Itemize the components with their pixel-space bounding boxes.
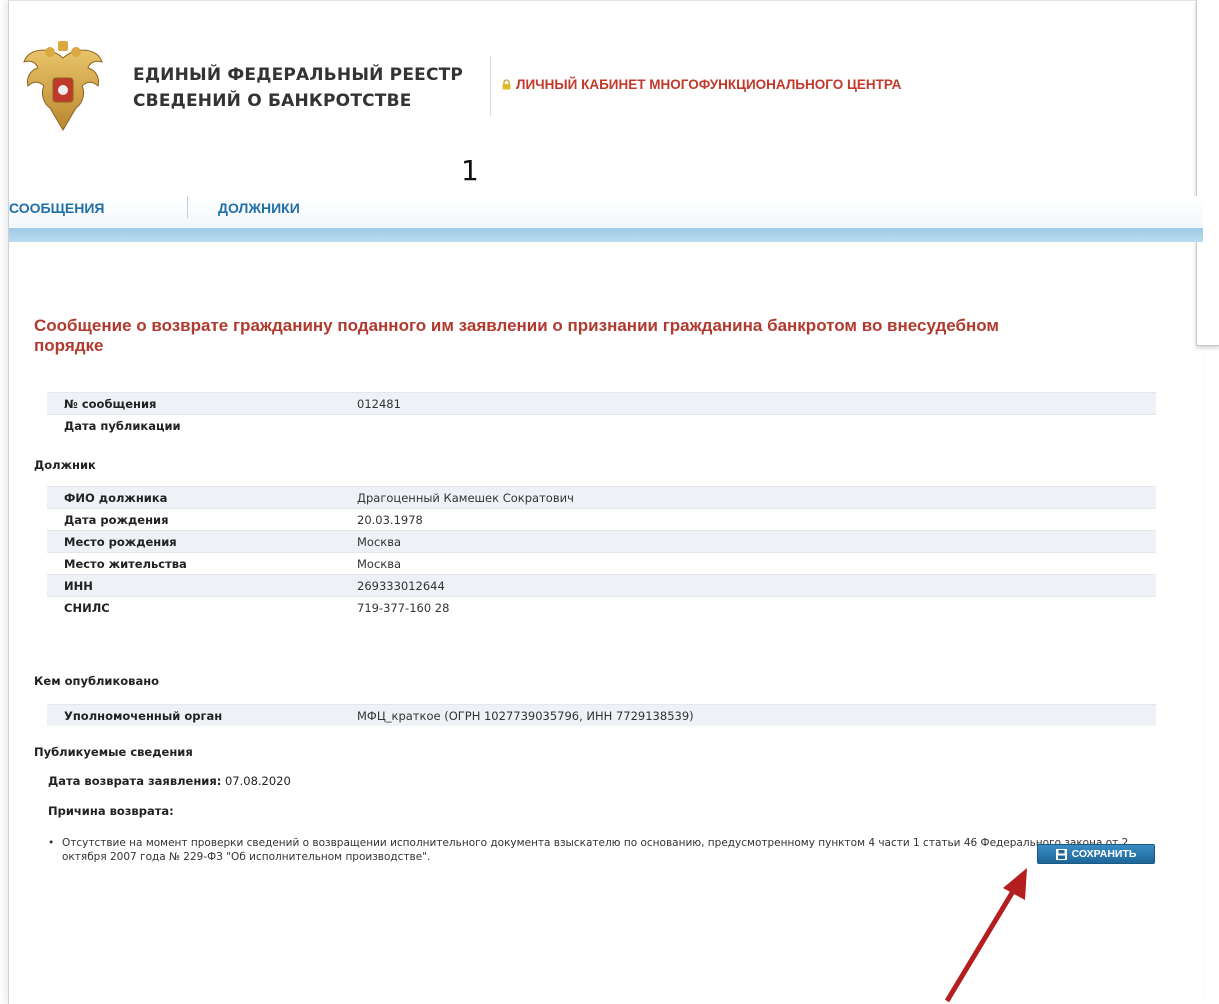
field-value: МФЦ_краткое (ОГРН 1027739035796, ИНН 772… xyxy=(336,704,1156,726)
field-label: № сообщения xyxy=(47,392,336,415)
bullet-icon: • xyxy=(48,837,55,849)
registry-title: ЕДИНЫЙ ФЕДЕРАЛЬНЫЙ РЕЕСТР СВЕДЕНИЙ О БАН… xyxy=(133,62,503,114)
registry-title-line2: СВЕДЕНИЙ О БАНКРОТСТВЕ xyxy=(133,91,412,111)
cabinet-label: ЛИЧНЫЙ КАБИНЕТ МНОГОФУНКЦИОНАЛЬНОГО ЦЕНТ… xyxy=(516,77,902,92)
annotation-arrow-icon xyxy=(945,868,1027,1003)
debtor-table: ФИО должника Драгоценный Камешек Сократо… xyxy=(47,486,1156,618)
annotation-number: 1 xyxy=(461,154,479,187)
field-value: 719-377-160 28 xyxy=(336,596,1156,618)
table-row: ФИО должника Драгоценный Камешек Сократо… xyxy=(47,486,1156,509)
floppy-disk-icon xyxy=(1055,848,1067,860)
field-label: ИНН xyxy=(47,574,336,597)
table-row: ИНН 269333012644 xyxy=(47,574,1156,597)
save-button-label: СОХРАНИТЬ xyxy=(1071,848,1137,860)
field-label: Дата рождения xyxy=(47,508,336,531)
nav-divider xyxy=(187,196,188,218)
table-row: СНИЛС 719-377-160 28 xyxy=(47,596,1156,618)
return-date-value: 07.08.2020 xyxy=(224,774,291,788)
nav-bar-strip xyxy=(9,228,1203,242)
lock-icon xyxy=(502,79,511,90)
field-label: Место рождения xyxy=(47,530,336,553)
nav-item-debtors[interactable]: ДОЛЖНИКИ xyxy=(218,200,300,216)
save-button[interactable]: СОХРАНИТЬ xyxy=(1037,844,1155,864)
section-debtor-title: Должник xyxy=(34,458,96,472)
field-label: ФИО должника xyxy=(47,486,336,509)
field-value: Москва xyxy=(336,552,1156,575)
field-label: СНИЛС xyxy=(47,596,336,618)
return-reason-item: • Отсутствие на момент проверки сведений… xyxy=(48,836,1153,864)
table-row: Уполномоченный орган МФЦ_краткое (ОГРН 1… xyxy=(47,704,1156,726)
table-row: Место жительства Москва xyxy=(47,552,1156,575)
field-value: Москва xyxy=(336,530,1156,553)
section-published-title: Публикуемые сведения xyxy=(34,745,193,759)
publisher-table: Уполномоченный орган МФЦ_краткое (ОГРН 1… xyxy=(47,704,1156,726)
field-label: Дата публикации xyxy=(47,414,336,436)
field-label: Место жительства xyxy=(47,552,336,575)
field-value: 20.03.1978 xyxy=(336,508,1156,531)
table-row: № сообщения 012481 xyxy=(47,392,1156,415)
field-label: Уполномоченный орган xyxy=(47,704,336,726)
field-value: Драгоценный Камешек Сократович xyxy=(336,486,1156,509)
field-value xyxy=(336,414,1156,436)
return-date-label: Дата возврата заявления: xyxy=(48,774,222,788)
field-value: 269333012644 xyxy=(336,574,1156,597)
table-row: Место рождения Москва xyxy=(47,530,1156,553)
side-popup-panel xyxy=(1196,0,1219,346)
header-divider xyxy=(490,56,491,116)
section-publisher-title: Кем опубликовано xyxy=(34,674,160,688)
return-reason-label: Причина возврата: xyxy=(48,804,174,818)
message-info-table: № сообщения 012481 Дата публикации xyxy=(47,392,1156,436)
nav-item-messages[interactable]: СООБЩЕНИЯ xyxy=(9,200,104,216)
table-row: Дата публикации xyxy=(47,414,1156,436)
table-row: Дата рождения 20.03.1978 xyxy=(47,508,1156,531)
cabinet-link[interactable]: ЛИЧНЫЙ КАБИНЕТ МНОГОФУНКЦИОНАЛЬНОГО ЦЕНТ… xyxy=(501,77,901,92)
return-date-line: Дата возврата заявления: 07.08.2020 xyxy=(48,774,291,788)
coat-of-arms-logo xyxy=(23,41,103,131)
return-reason-text: Отсутствие на момент проверки сведений о… xyxy=(62,837,1129,863)
registry-title-line1: ЕДИНЫЙ ФЕДЕРАЛЬНЫЙ РЕЕСТР xyxy=(133,65,464,85)
main-nav: СООБЩЕНИЯ ДОЛЖНИКИ xyxy=(9,196,1203,230)
page-title: Сообщение о возврате гражданину поданног… xyxy=(34,316,1000,355)
field-value: 012481 xyxy=(336,392,1156,415)
